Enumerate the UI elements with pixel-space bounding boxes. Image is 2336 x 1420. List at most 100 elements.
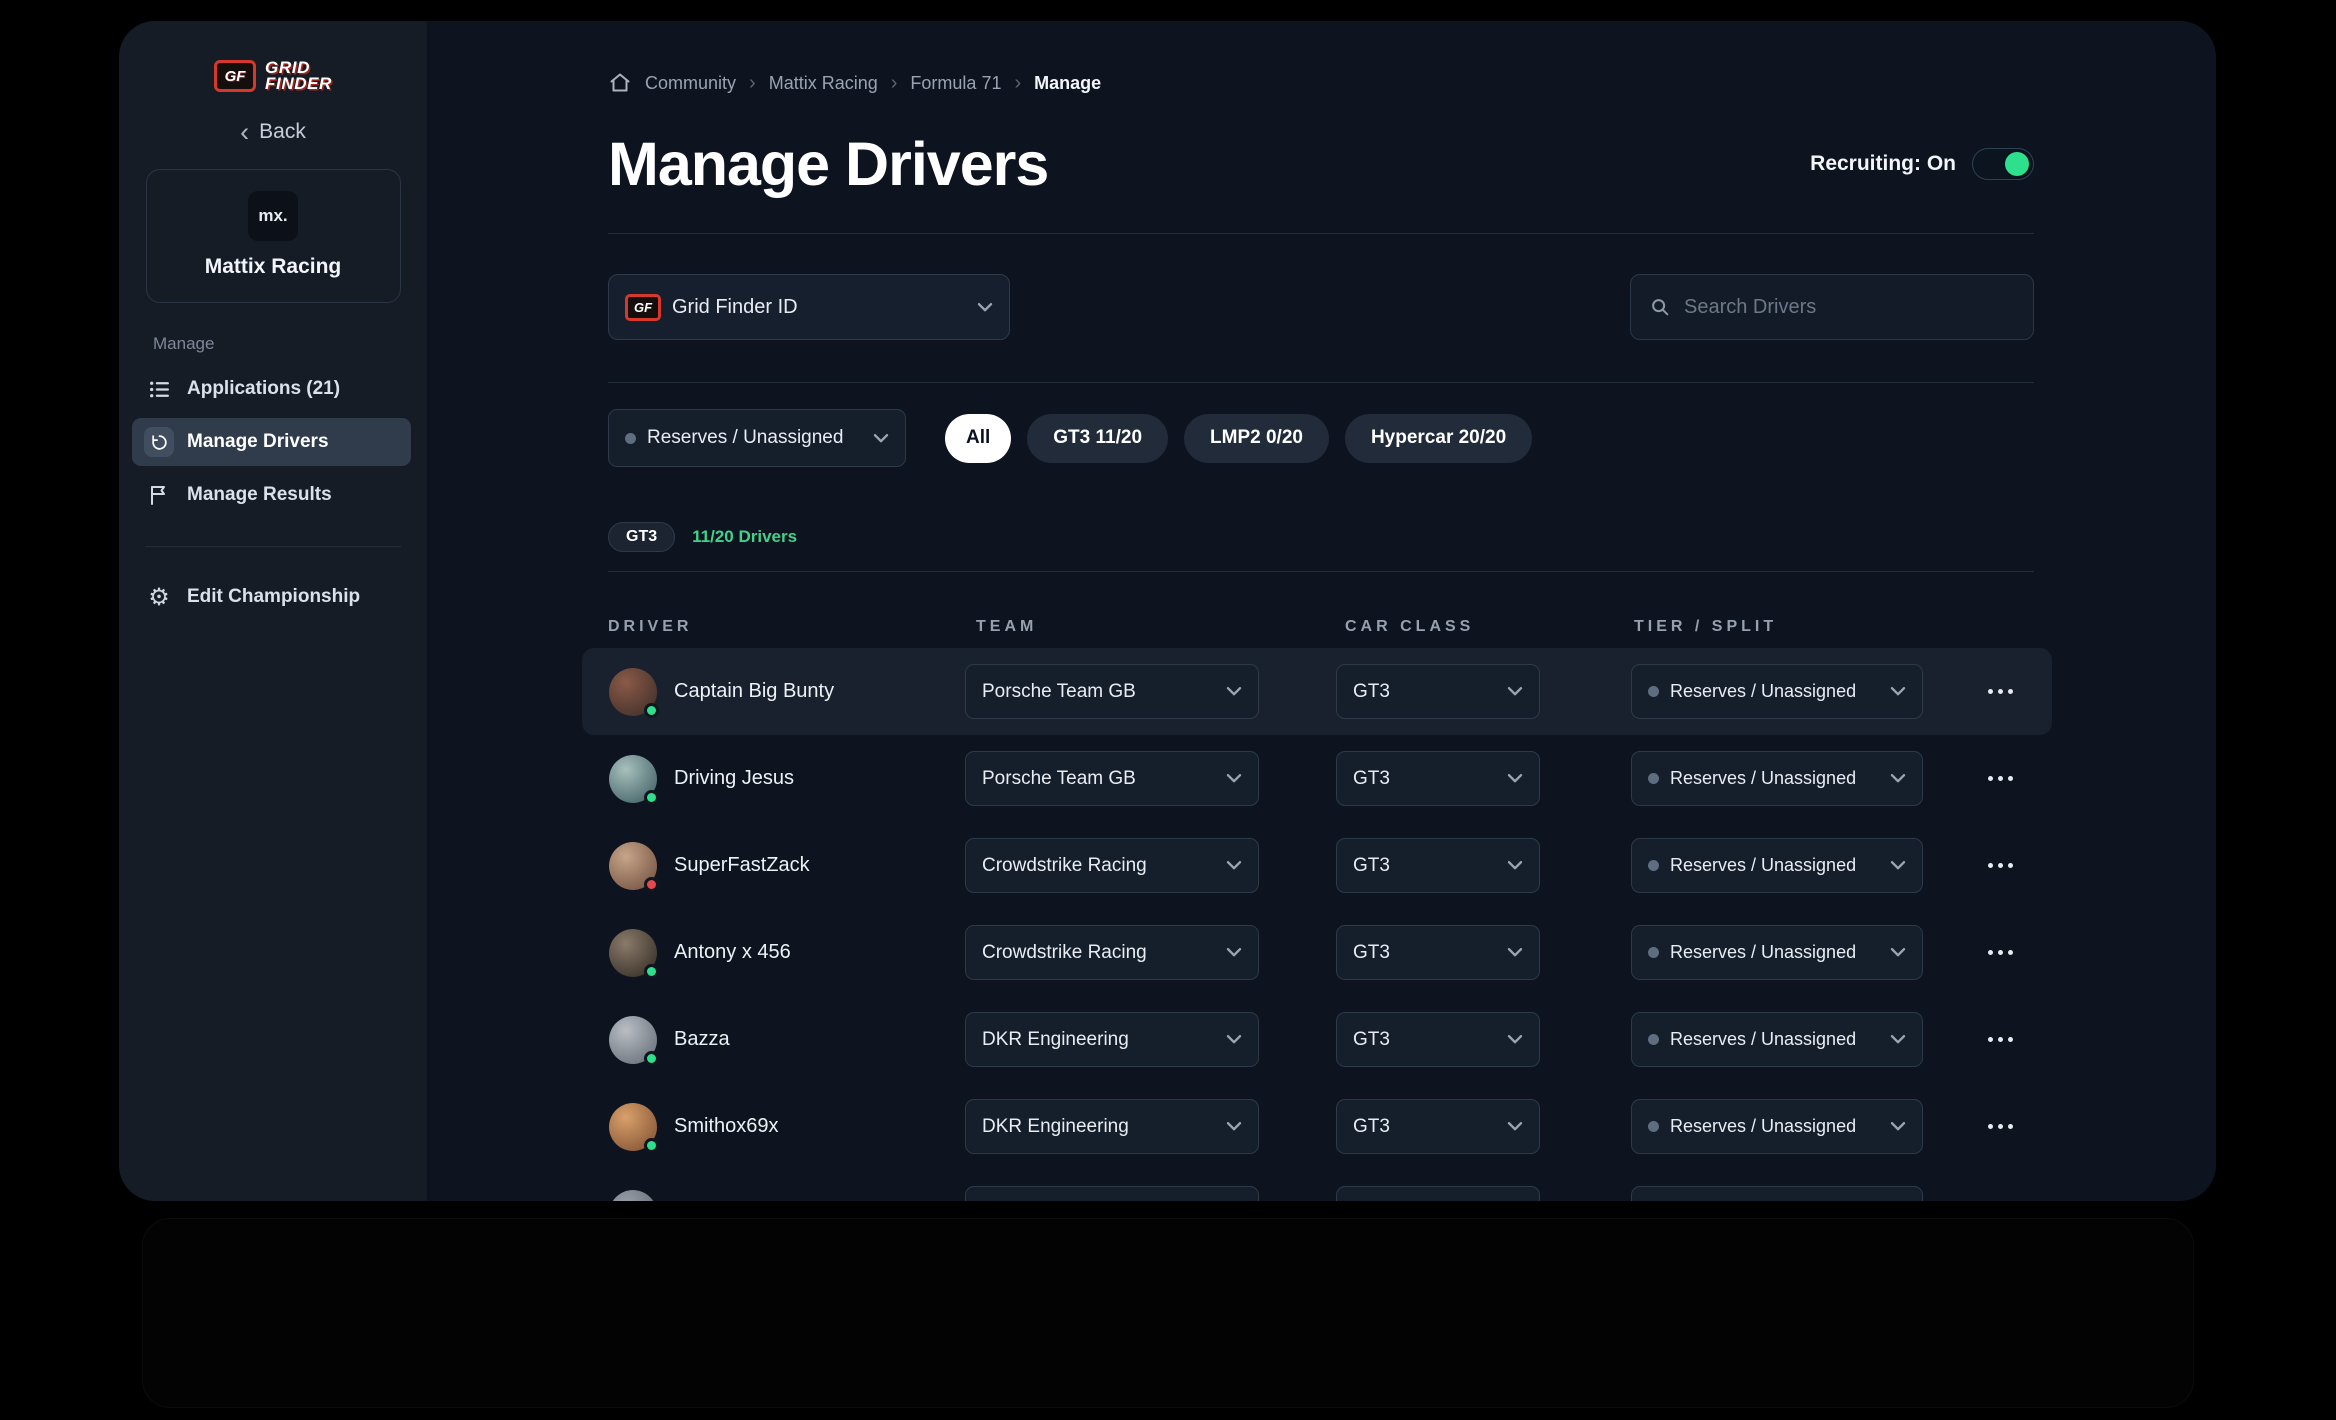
gear-icon: ⚙	[144, 583, 174, 611]
tier-dot-icon	[1648, 947, 1659, 958]
row-menu-button[interactable]	[1982, 1022, 2018, 1058]
breadcrumb: Community›Mattix Racing›Formula 71›Manag…	[608, 71, 2034, 95]
class-pill-gt3-11-20[interactable]: GT3 11/20	[1027, 414, 1168, 463]
driver-avatar	[609, 842, 657, 890]
row-menu-button[interactable]	[1982, 761, 2018, 797]
team-dropdown[interactable]: Porsche Team GB	[965, 664, 1259, 719]
column-header-team: TEAM	[964, 618, 1258, 638]
team-card[interactable]: mx. Mattix Racing	[146, 169, 401, 303]
sidebar-item-manage-results[interactable]: Manage Results	[132, 471, 411, 519]
column-header-driver: DRIVER	[608, 618, 964, 638]
chevron-down-icon	[1226, 1121, 1242, 1132]
sidebar-item-applications-21[interactable]: Applications (21)	[132, 365, 411, 413]
breadcrumb-item-formula-71[interactable]: Formula 71	[910, 73, 1001, 94]
recruiting-toggle[interactable]	[1972, 148, 2034, 180]
search-icon	[1649, 296, 1671, 318]
car-class-dropdown[interactable]: GT3	[1336, 751, 1540, 806]
back-button[interactable]: ‹ Back	[119, 120, 427, 144]
status-dot	[644, 703, 659, 718]
driver-avatar	[609, 1016, 657, 1064]
sidebar-item-manage-drivers[interactable]: Manage Drivers	[132, 418, 411, 466]
chevron-down-icon	[1507, 686, 1523, 697]
team-dropdown[interactable]: DKR Engineering	[965, 1012, 1259, 1067]
chevron-down-icon	[1890, 686, 1906, 697]
tier-filter-dropdown[interactable]: Reserves / Unassigned	[608, 409, 906, 467]
status-dot	[644, 790, 659, 805]
tier-split-dropdown[interactable]: Reserves / Unassigned	[1631, 925, 1923, 980]
recruiting-control: Recruiting: On	[1810, 148, 2034, 180]
row-menu-button[interactable]	[1982, 1196, 2018, 1202]
team-dropdown[interactable]: Porsche Team GB	[965, 751, 1259, 806]
tier-split-dropdown[interactable]: Reserves / Unassigned	[1631, 1012, 1923, 1067]
driver-row: BazzaDKR Engineering GT3 Reserves / Unassi…	[582, 996, 2052, 1083]
driver-name: Antony x 456	[674, 941, 791, 964]
logo-line-2: FINDER	[265, 76, 332, 92]
sidebar-item-edit-championship[interactable]: ⚙ Edit Championship	[132, 573, 411, 621]
driver-cell: Bazza	[609, 1016, 965, 1064]
driver-table: Captain Big Bunty Porsche Team GB GT3 Reser…	[582, 648, 2052, 1201]
grid-finder-logo: GF GRID FINDER	[119, 60, 427, 92]
tier-filter-label: Reserves / Unassigned	[647, 427, 843, 449]
row-menu-button[interactable]	[1982, 674, 2018, 710]
tier-dot-icon	[1648, 686, 1659, 697]
chevron-down-icon	[1507, 947, 1523, 958]
tier-dot-icon	[1648, 773, 1659, 784]
driver-name: Captain Big Bunty	[674, 680, 834, 703]
sidebar-item-label: Applications (21)	[187, 378, 340, 400]
class-pill-all[interactable]: All	[945, 414, 1011, 463]
grid-finder-mini-logo-icon: GF	[625, 294, 661, 321]
row-menu-button[interactable]	[1982, 848, 2018, 884]
chevron-down-icon	[1226, 860, 1242, 871]
car-class-dropdown[interactable]: GT3	[1336, 664, 1540, 719]
tier-split-dropdown[interactable]: Reserves / Unassigned	[1631, 664, 1923, 719]
driver-row: SuperFastZackCrowdstrike RacingGT3Reserv…	[582, 822, 2052, 909]
team-name: Mattix Racing	[147, 255, 400, 279]
search-input[interactable]	[1684, 296, 2015, 319]
car-class-dropdown[interactable]: GT3	[1336, 838, 1540, 893]
home-icon[interactable]	[608, 71, 632, 95]
tier-split-dropdown[interactable]: Reserves / Unassigned	[1631, 751, 1923, 806]
sidebar-item-label: Manage Results	[187, 484, 332, 506]
breadcrumb-item-mattix-racing[interactable]: Mattix Racing	[769, 73, 878, 94]
status-dot	[644, 964, 659, 979]
car-class-dropdown[interactable]: GT3	[1336, 1099, 1540, 1154]
status-dot	[644, 1138, 659, 1153]
team-dropdown[interactable]: Crowdstrike Racing	[965, 838, 1259, 893]
team-dropdown[interactable]: DKR Engineering	[965, 1099, 1259, 1154]
tier-dot-icon	[625, 433, 636, 444]
driver-avatar	[609, 1190, 657, 1202]
driver-cell	[609, 1190, 965, 1202]
car-class-dropdown[interactable]: GT3	[1336, 925, 1540, 980]
driver-name: Smithox69x	[674, 1115, 779, 1138]
tier-split-dropdown[interactable]	[1631, 1186, 1923, 1201]
class-pill-lmp2-0-20[interactable]: LMP2 0/20	[1184, 414, 1329, 463]
car-class-dropdown[interactable]	[1336, 1186, 1540, 1201]
car-class-dropdown[interactable]: GT3	[1336, 1012, 1540, 1067]
breadcrumb-item-manage[interactable]: Manage	[1034, 73, 1101, 94]
desktop-background: GF GRID FINDER ‹ Back mx. Mattix Racing …	[0, 0, 2336, 1420]
row-menu-button[interactable]	[1982, 1109, 2018, 1145]
chevron-down-icon	[1226, 1034, 1242, 1045]
team-dropdown[interactable]: Crowdstrike Racing	[965, 925, 1259, 980]
class-pill-hypercar-20-20[interactable]: Hypercar 20/20	[1345, 414, 1532, 463]
chevron-down-icon	[1890, 773, 1906, 784]
driver-avatar	[609, 668, 657, 716]
flag-icon	[144, 480, 174, 510]
team-dropdown[interactable]	[965, 1186, 1259, 1201]
breadcrumb-item-community[interactable]: Community	[645, 73, 736, 94]
driver-name: Driving Jesus	[674, 767, 794, 790]
driver-row: Captain Big Bunty Porsche Team GB GT3 Reser…	[582, 648, 2052, 735]
sidebar-section-label: Manage	[153, 334, 427, 354]
filter-row: Reserves / Unassigned All GT3 11/20 LMP2 0…	[608, 409, 2034, 467]
page-title: Manage Drivers	[608, 129, 1048, 199]
table-header: DRIVER TEAM CAR CLASS TIER / SPLIT	[608, 618, 2034, 638]
class-section-header: GT3 11/20 Drivers	[608, 522, 2034, 552]
edit-championship-label: Edit Championship	[187, 586, 360, 608]
chevron-right-icon: ›	[1014, 74, 1021, 92]
tier-split-dropdown[interactable]: Reserves / Unassigned	[1631, 1099, 1923, 1154]
tier-split-dropdown[interactable]: Reserves / Unassigned	[1631, 838, 1923, 893]
grid-finder-id-dropdown[interactable]: GF Grid Finder ID	[608, 274, 1010, 340]
driver-row: Antony x 456 Crowdstrike Racing GT3 Reserve…	[582, 909, 2052, 996]
row-menu-button[interactable]	[1982, 935, 2018, 971]
chevron-down-icon	[873, 433, 889, 444]
